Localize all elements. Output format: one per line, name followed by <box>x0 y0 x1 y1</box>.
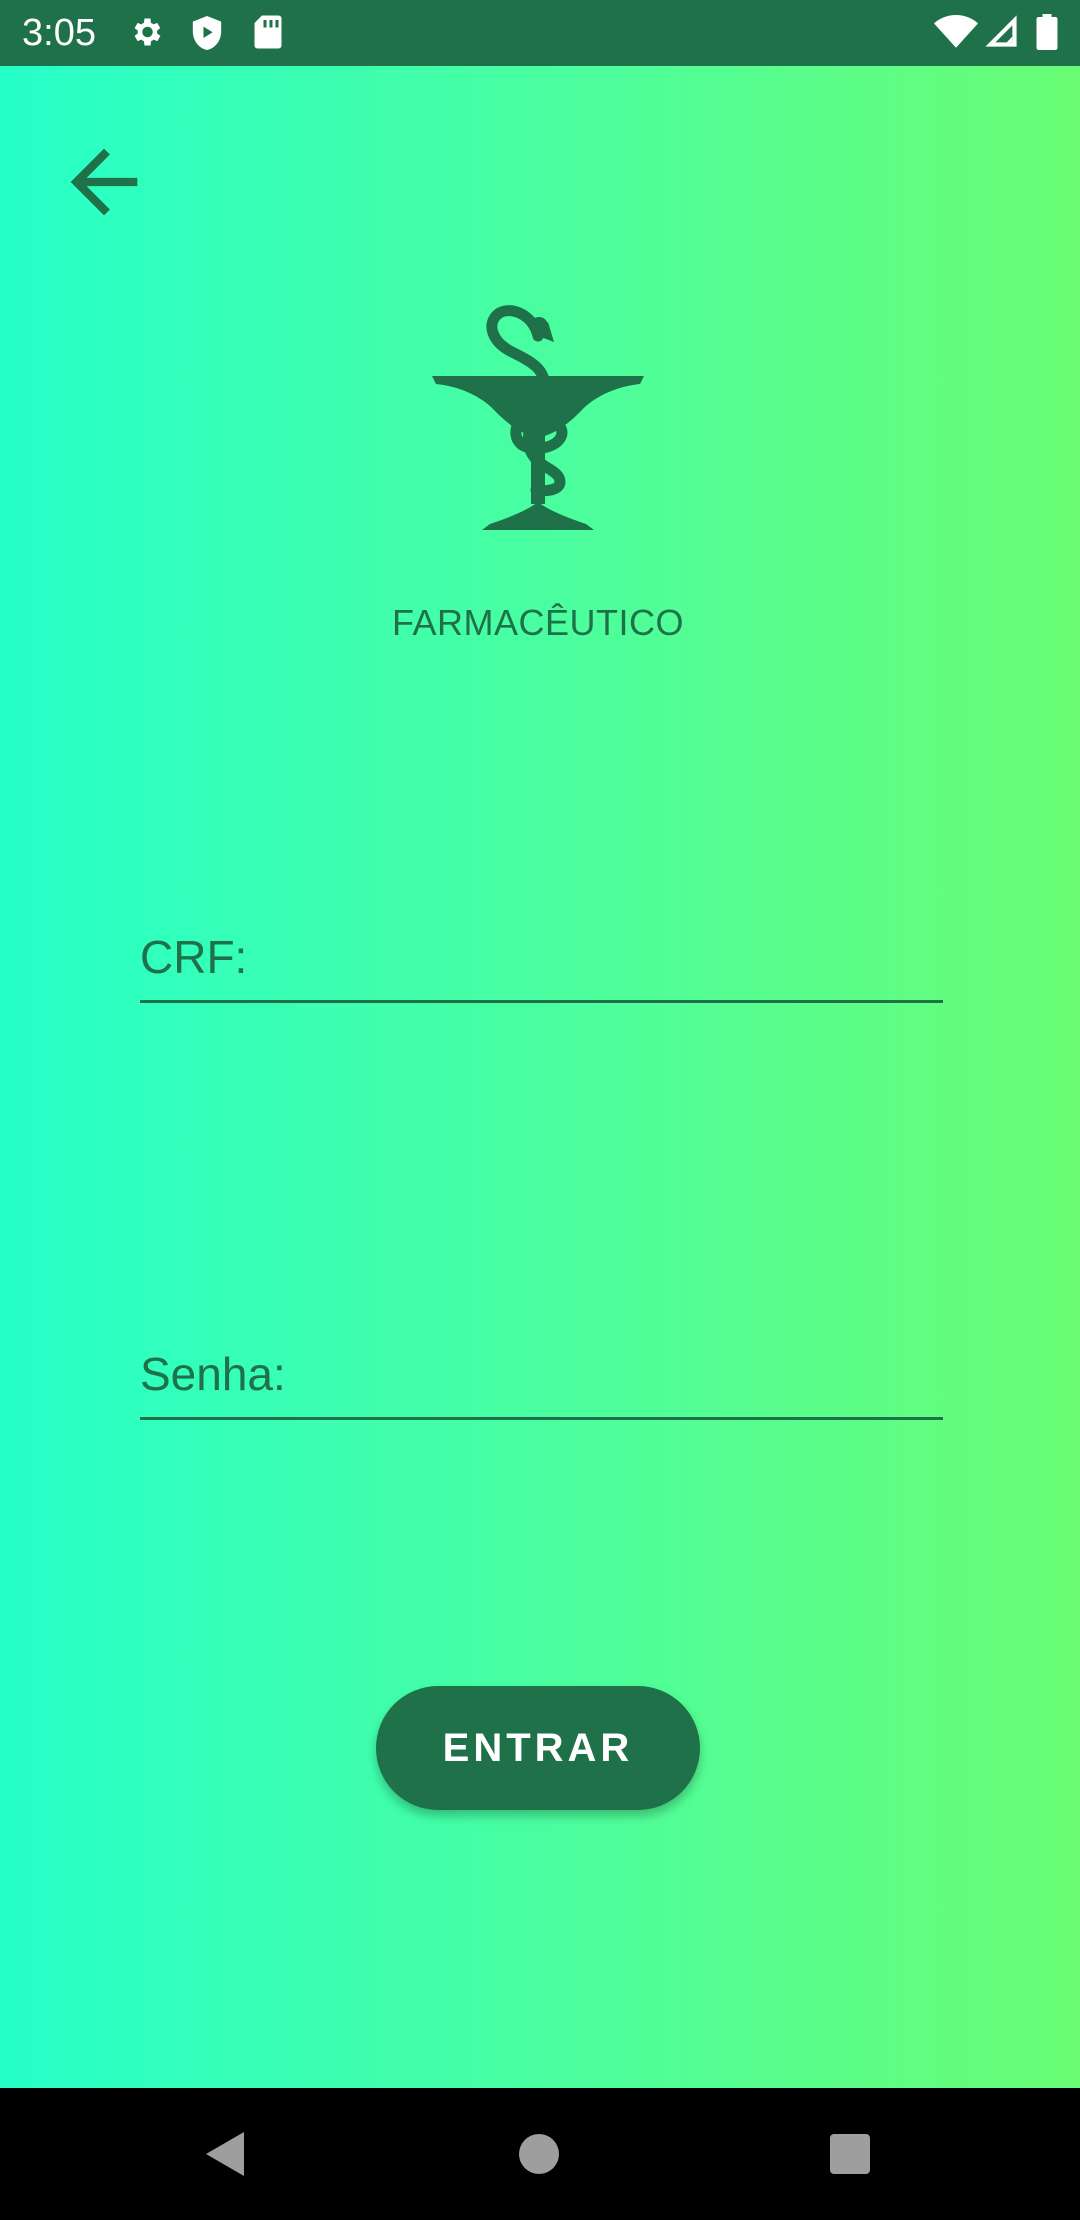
password-input[interactable] <box>140 1331 943 1417</box>
nav-recents-button[interactable] <box>810 2114 890 2194</box>
pharmacy-bowl-of-hygieia-icon <box>432 305 644 530</box>
cell-signal-icon <box>985 15 1017 47</box>
status-bar: 3:05 <box>0 0 1080 66</box>
nav-back-button[interactable] <box>186 2114 266 2194</box>
login-screen: 3:05 FARMACÊUTICO CRF: ENTRAR <box>0 0 1080 2220</box>
status-time: 3:05 <box>22 12 96 54</box>
arrow-left-icon <box>70 148 138 216</box>
password-field[interactable] <box>140 1331 943 1420</box>
recents-square-icon <box>830 2134 870 2174</box>
home-circle-icon <box>519 2134 559 2174</box>
role-title: FARMACÊUTICO <box>391 602 684 643</box>
nav-home-button[interactable] <box>499 2114 579 2194</box>
sd-card-icon <box>254 15 282 49</box>
enter-button[interactable]: ENTRAR <box>376 1686 700 1810</box>
battery-icon <box>1036 14 1058 50</box>
back-triangle-icon <box>206 2132 244 2176</box>
wifi-icon <box>934 14 978 48</box>
shield-play-icon <box>192 16 222 50</box>
crf-field[interactable] <box>140 914 943 1003</box>
navigation-bar <box>0 2088 1080 2220</box>
crf-input[interactable] <box>140 914 943 1000</box>
content-area: FARMACÊUTICO ENTRAR <box>0 66 1080 2088</box>
back-button[interactable] <box>48 126 160 238</box>
gear-icon <box>134 18 161 46</box>
